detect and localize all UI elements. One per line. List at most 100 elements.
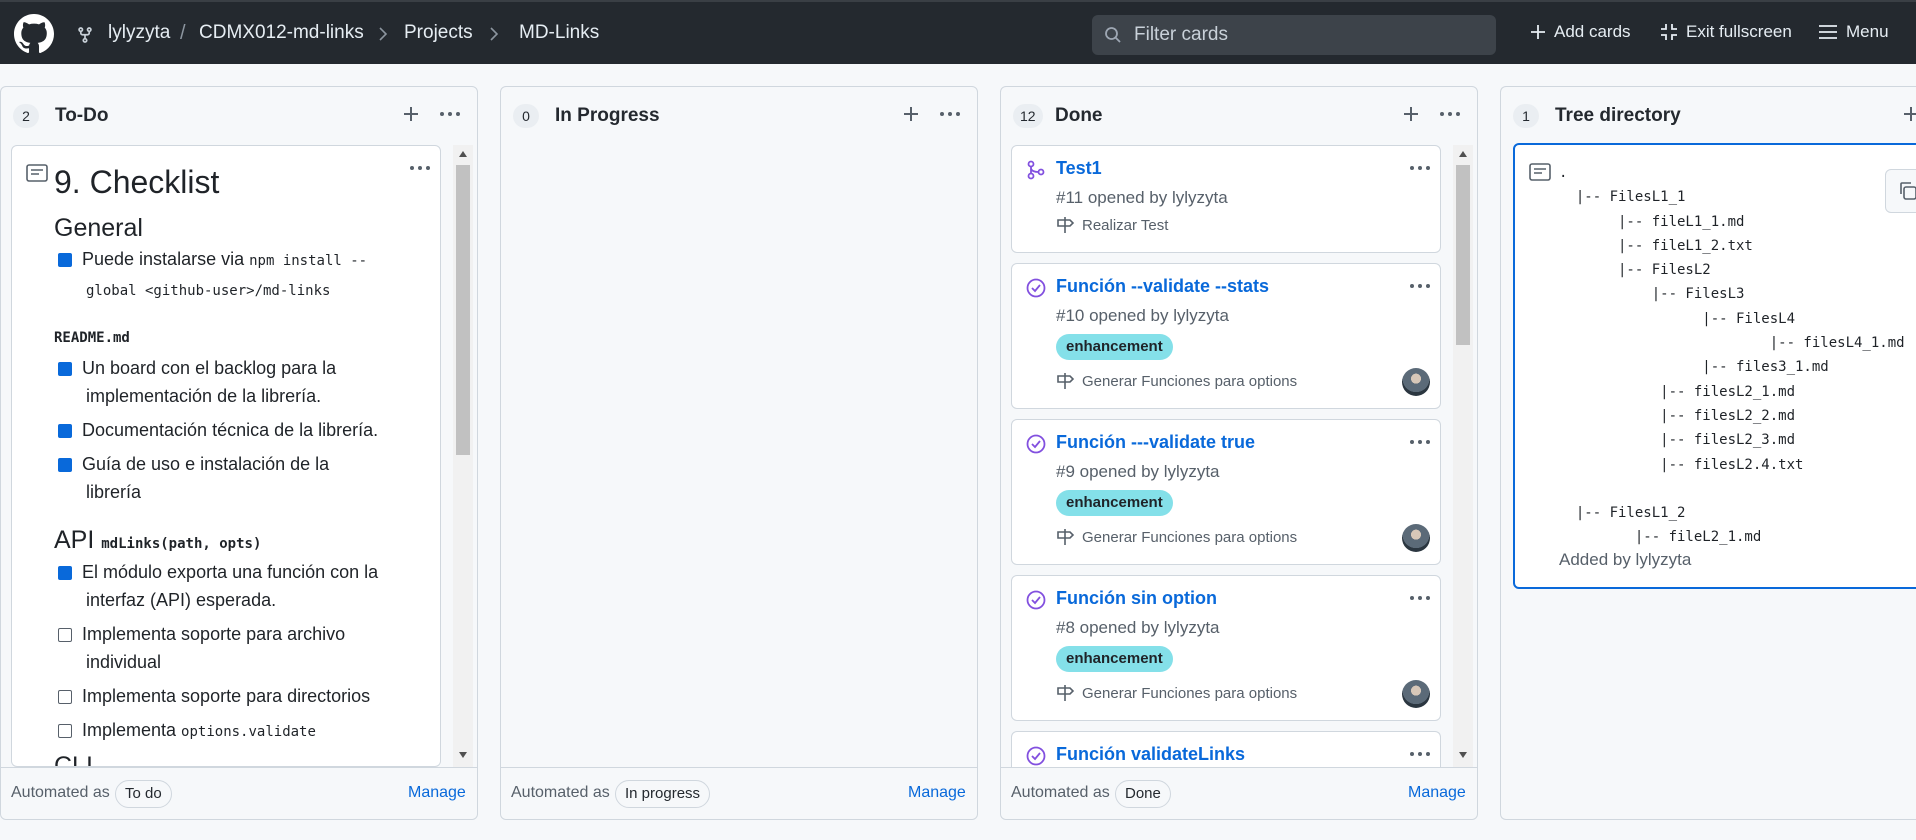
checkbox-unchecked[interactable] (58, 690, 72, 704)
copy-button[interactable] (1885, 169, 1916, 213)
milestone[interactable]: Generar Funciones para options (1056, 528, 1297, 546)
milestone-label: Realizar Test (1082, 216, 1169, 234)
add-cards-label: Add cards (1554, 22, 1631, 41)
manage-link[interactable]: Manage (408, 784, 466, 802)
repo-fork-icon (78, 27, 92, 43)
column-scrollbar[interactable] (1453, 145, 1473, 767)
tree-code-block: . |-- FilesL1_1 |-- fileL1_1.md |-- file… (1559, 165, 1905, 546)
issue-closed-icon (1026, 746, 1046, 766)
issue-card[interactable]: Test1 #11 opened by lylyzyta Realizar Te… (1011, 145, 1441, 253)
kebab-more-icon[interactable] (435, 100, 465, 128)
checkbox-checked[interactable] (58, 458, 72, 472)
pull-request-merged-icon (1027, 160, 1045, 180)
hamburger-icon (1819, 25, 1837, 39)
add-card-plus-icon[interactable] (897, 100, 925, 128)
issue-card[interactable]: Función ---validate true #9 opened by ly… (1011, 419, 1441, 565)
card-more-icon[interactable] (1404, 584, 1436, 612)
top-bar: lylyzyta / CDMX012-md-links Projects MD-… (0, 0, 1916, 64)
issue-title-link[interactable]: Función validateLinks (1056, 744, 1245, 765)
exit-fullscreen-label: Exit fullscreen (1686, 22, 1792, 41)
checklist-item: Implementa options.validate (82, 720, 316, 740)
column-title: In Progress (555, 105, 660, 126)
avatar[interactable] (1402, 368, 1430, 396)
card-more-icon[interactable] (1404, 428, 1436, 456)
avatar[interactable] (1402, 524, 1430, 552)
card-more-icon[interactable] (1404, 272, 1436, 300)
readme-heading: README.md (54, 330, 130, 346)
issue-meta: #11 opened by lylyzyta (1056, 188, 1228, 207)
column-count: 1 (1513, 104, 1539, 128)
kebab-more-icon[interactable] (1435, 100, 1465, 128)
checklist-item: Puede instalarse via npm install -- globa… (82, 249, 368, 299)
checkbox-checked[interactable] (58, 362, 72, 376)
scroll-up-arrow-icon[interactable] (458, 150, 468, 158)
card-more-icon[interactable] (1404, 740, 1436, 767)
search-icon (1105, 27, 1121, 43)
automated-as-text: Automated as (511, 784, 610, 801)
avatar[interactable] (1402, 680, 1430, 708)
column-title: To-Do (55, 105, 109, 126)
milestone[interactable]: Generar Funciones para options (1056, 372, 1297, 390)
checkbox-checked[interactable] (58, 424, 72, 438)
note-icon (1529, 163, 1551, 181)
label-enhancement[interactable]: enhancement (1056, 490, 1173, 516)
issue-card[interactable]: Función sin option #8 opened by lylyzyta… (1011, 575, 1441, 721)
github-logo-icon[interactable] (14, 14, 54, 54)
issue-title-link[interactable]: Test1 (1056, 158, 1102, 179)
automation-pill: To do (115, 780, 172, 808)
automation-pill: Done (1115, 780, 1171, 808)
manage-link[interactable]: Manage (908, 784, 966, 802)
column-header: 12 Done (1001, 87, 1477, 141)
issue-title-link[interactable]: Función sin option (1056, 588, 1217, 609)
chevron-right-icon (490, 27, 499, 41)
column-count: 0 (513, 104, 539, 128)
issue-meta: #10 opened by lylyzyta (1056, 306, 1229, 325)
manage-link[interactable]: Manage (1408, 784, 1466, 802)
add-card-plus-icon[interactable] (1397, 100, 1425, 128)
milestone[interactable]: Generar Funciones para options (1056, 684, 1297, 702)
checkbox-unchecked[interactable] (58, 628, 72, 642)
label-enhancement[interactable]: enhancement (1056, 646, 1173, 672)
column-scrollbar[interactable] (453, 145, 473, 767)
scroll-down-arrow-icon[interactable] (1458, 751, 1468, 759)
breadcrumb-project-name[interactable]: MD-Links (519, 22, 599, 44)
plus-icon (1531, 25, 1545, 39)
checkbox-unchecked[interactable] (58, 724, 72, 738)
scroll-up-arrow-icon[interactable] (1458, 150, 1468, 158)
breadcrumb-owner[interactable]: lylyzyta (108, 22, 170, 44)
add-card-plus-icon[interactable] (397, 100, 425, 128)
section-cli-partial: CLI (54, 752, 93, 767)
added-by-text: Added by lylyzyta (1559, 550, 1692, 569)
filter-cards-input[interactable] (1134, 24, 1474, 46)
add-card-plus-icon[interactable] (1897, 100, 1916, 128)
checklist-item: Implementa soporte para archivo individua… (82, 624, 346, 672)
issue-title-link[interactable]: Función ---validate true (1056, 432, 1255, 453)
checkbox-checked[interactable] (58, 253, 72, 267)
kebab-more-icon[interactable] (935, 100, 965, 128)
add-cards-button[interactable]: Add cards (1530, 22, 1631, 42)
scroll-down-arrow-icon[interactable] (458, 751, 468, 759)
card-more-icon[interactable] (1404, 154, 1436, 182)
breadcrumb-projects[interactable]: Projects (404, 22, 473, 44)
note-card-checklist[interactable]: 9. Checklist General Puede instalarse vi… (11, 145, 441, 767)
note-card-tree[interactable]: . |-- FilesL1_1 |-- fileL1_1.md |-- file… (1513, 143, 1916, 589)
milestone-icon (1057, 217, 1075, 233)
label-enhancement[interactable]: enhancement (1056, 334, 1173, 360)
exit-fullscreen-button[interactable]: Exit fullscreen (1660, 22, 1792, 42)
menu-button[interactable]: Menu (1818, 22, 1889, 42)
card-more-icon[interactable] (404, 154, 436, 182)
checklist-item: Implementa soporte para directorios (82, 686, 371, 706)
breadcrumb-repo[interactable]: CDMX012-md-links (199, 22, 364, 44)
checkbox-checked[interactable] (58, 566, 72, 580)
column-header: 0 In Progress (501, 87, 977, 141)
issue-meta: #8 opened by lylyzyta (1056, 618, 1220, 637)
issue-meta: #9 opened by lylyzyta (1056, 462, 1220, 481)
scroll-thumb[interactable] (1456, 165, 1470, 345)
issue-card[interactable]: Función --validate --stats #10 opened by… (1011, 263, 1441, 409)
milestone[interactable]: Realizar Test (1056, 216, 1168, 234)
column-title: Tree directory (1555, 105, 1681, 126)
issue-title-link[interactable]: Función --validate --stats (1056, 276, 1269, 297)
issue-card[interactable]: Función validateLinks (1011, 731, 1441, 767)
column-in-progress: 0 In Progress Automated as In progress M… (500, 86, 978, 820)
scroll-thumb[interactable] (456, 165, 470, 455)
